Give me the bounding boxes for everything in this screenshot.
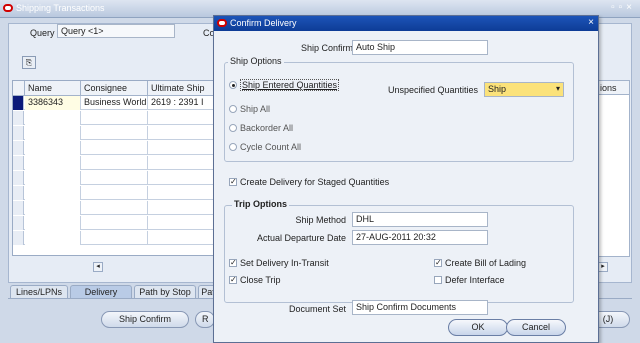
query-label: Query — [30, 28, 55, 38]
table-row[interactable] — [13, 156, 231, 170]
ship-method-field[interactable]: DHL — [352, 212, 488, 227]
empty-cell[interactable] — [25, 186, 81, 200]
empty-cell[interactable] — [25, 201, 81, 215]
unspecified-quantities-select[interactable]: Ship ▾ — [484, 82, 564, 97]
window-controls-icon[interactable]: ▫▫× — [611, 2, 636, 13]
table-row[interactable] — [13, 111, 231, 125]
ok-button[interactable]: OK — [448, 319, 508, 336]
empty-cell[interactable] — [81, 201, 148, 215]
row-selector[interactable] — [13, 126, 24, 140]
empty-cell[interactable] — [81, 111, 148, 125]
row-selector[interactable] — [13, 111, 24, 125]
checkbox-label: Set Delivery In-Transit — [240, 258, 329, 268]
empty-cell[interactable] — [25, 141, 81, 155]
table-row[interactable] — [13, 216, 231, 230]
ship-method-label: Ship Method — [295, 215, 346, 225]
cell-consignee[interactable]: Business World — [81, 96, 148, 110]
grid-corner — [13, 81, 25, 96]
oracle-logo-icon — [3, 4, 13, 12]
empty-cell[interactable] — [25, 231, 81, 245]
document-set-field[interactable]: Ship Confirm Documents — [352, 300, 488, 315]
ship-confirm-rule-field[interactable]: Auto Ship — [352, 40, 488, 55]
empty-cell[interactable] — [81, 186, 148, 200]
confirm-delivery-dialog: Confirm Delivery × Ship Confirm Rule Aut… — [213, 15, 599, 343]
checkmark-icon[interactable]: ✓ — [434, 259, 442, 267]
radio-label: Cycle Count All — [240, 142, 302, 152]
table-row[interactable] — [13, 186, 231, 200]
row-selector[interactable] — [13, 201, 24, 215]
grid-header-name[interactable]: Name — [25, 81, 81, 96]
table-row[interactable] — [13, 201, 231, 215]
row-selector[interactable] — [13, 186, 24, 200]
empty-cell[interactable] — [25, 111, 81, 125]
grid-header-right[interactable]: ions — [598, 80, 630, 95]
chevron-down-icon[interactable]: ▾ — [556, 84, 560, 93]
radio-on-icon[interactable] — [229, 81, 237, 89]
tab-delivery[interactable]: Delivery — [70, 285, 132, 299]
tab-lines-lpns[interactable]: Lines/LPNs — [10, 285, 68, 299]
row-selector[interactable] — [13, 96, 24, 110]
trip-options-title: Trip Options — [232, 199, 289, 209]
table-row[interactable]: 3386343 Business World 2619 : 2391 I — [13, 96, 231, 110]
radio-label: Backorder All — [240, 123, 294, 133]
radio-off-icon[interactable] — [229, 105, 237, 113]
empty-cell[interactable] — [25, 156, 81, 170]
row-selector[interactable] — [13, 156, 24, 170]
cell-name[interactable]: 3386343 — [25, 96, 81, 110]
query-field[interactable]: Query <1> — [57, 24, 175, 38]
close-icon[interactable]: × — [588, 17, 594, 28]
checkmark-icon[interactable]: ✓ — [229, 276, 237, 284]
grid-header-consignee[interactable]: Consignee — [81, 81, 148, 96]
oracle-logo-icon — [217, 19, 227, 27]
scroll-right-icon[interactable]: ▸ — [598, 262, 608, 272]
grid-right-column — [598, 95, 630, 257]
radio-label: Ship Entered Quantities — [240, 79, 340, 91]
radio-off-icon[interactable] — [229, 124, 237, 132]
empty-cell[interactable] — [81, 156, 148, 170]
deliveries-grid: Name Consignee Ultimate Ship 3386343 Bus… — [12, 80, 231, 256]
unspecified-quantities-value: Ship — [488, 84, 507, 94]
folder-tools-icon[interactable]: ⎘ — [22, 56, 36, 69]
table-row[interactable] — [13, 126, 231, 140]
empty-cell[interactable] — [25, 171, 81, 185]
unspecified-quantities-label: Unspecified Quantities — [388, 85, 479, 95]
table-row[interactable] — [13, 171, 231, 185]
ship-options-title: Ship Options — [228, 56, 284, 66]
actual-departure-date-field[interactable]: 27-AUG-2011 20:32 — [352, 230, 488, 245]
empty-cell[interactable] — [81, 141, 148, 155]
tab-path-by-stop[interactable]: Path by Stop — [134, 285, 196, 299]
cancel-button[interactable]: Cancel — [506, 319, 566, 336]
radio-label: Ship All — [240, 104, 271, 114]
document-set-label: Document Set — [288, 304, 346, 314]
checkbox-label: Close Trip — [240, 275, 281, 285]
empty-cell[interactable] — [25, 216, 81, 230]
empty-cell[interactable] — [25, 126, 81, 140]
empty-cell[interactable] — [81, 126, 148, 140]
row-selector[interactable] — [13, 216, 24, 230]
checkbox-label: Defer Interface — [445, 275, 505, 285]
row-selector[interactable] — [13, 171, 24, 185]
empty-cell[interactable] — [81, 231, 148, 245]
radio-off-icon[interactable] — [229, 143, 237, 151]
table-row[interactable] — [13, 231, 231, 245]
checkbox-label: Create Bill of Lading — [445, 258, 527, 268]
row-selector[interactable] — [13, 231, 24, 245]
empty-cell[interactable] — [81, 171, 148, 185]
row-selector[interactable] — [13, 141, 24, 155]
checkbox-label: Create Delivery for Staged Quantities — [240, 177, 390, 187]
checkmark-icon[interactable]: ✓ — [229, 178, 237, 186]
checkmark-icon[interactable]: ✓ — [229, 259, 237, 267]
actual-departure-date-label: Actual Departure Date — [256, 233, 346, 243]
empty-cell[interactable] — [81, 216, 148, 230]
dialog-title: Confirm Delivery — [230, 18, 297, 28]
dialog-title-bar: Confirm Delivery × — [214, 16, 598, 31]
ship-confirm-button[interactable]: Ship Confirm — [101, 311, 189, 328]
scroll-left-icon[interactable]: ◂ — [93, 262, 103, 272]
bg-window-title: Shipping Transactions — [16, 3, 105, 13]
r-button[interactable]: R — [195, 311, 215, 328]
table-row[interactable] — [13, 141, 231, 155]
checkbox-empty-icon[interactable] — [434, 276, 442, 284]
